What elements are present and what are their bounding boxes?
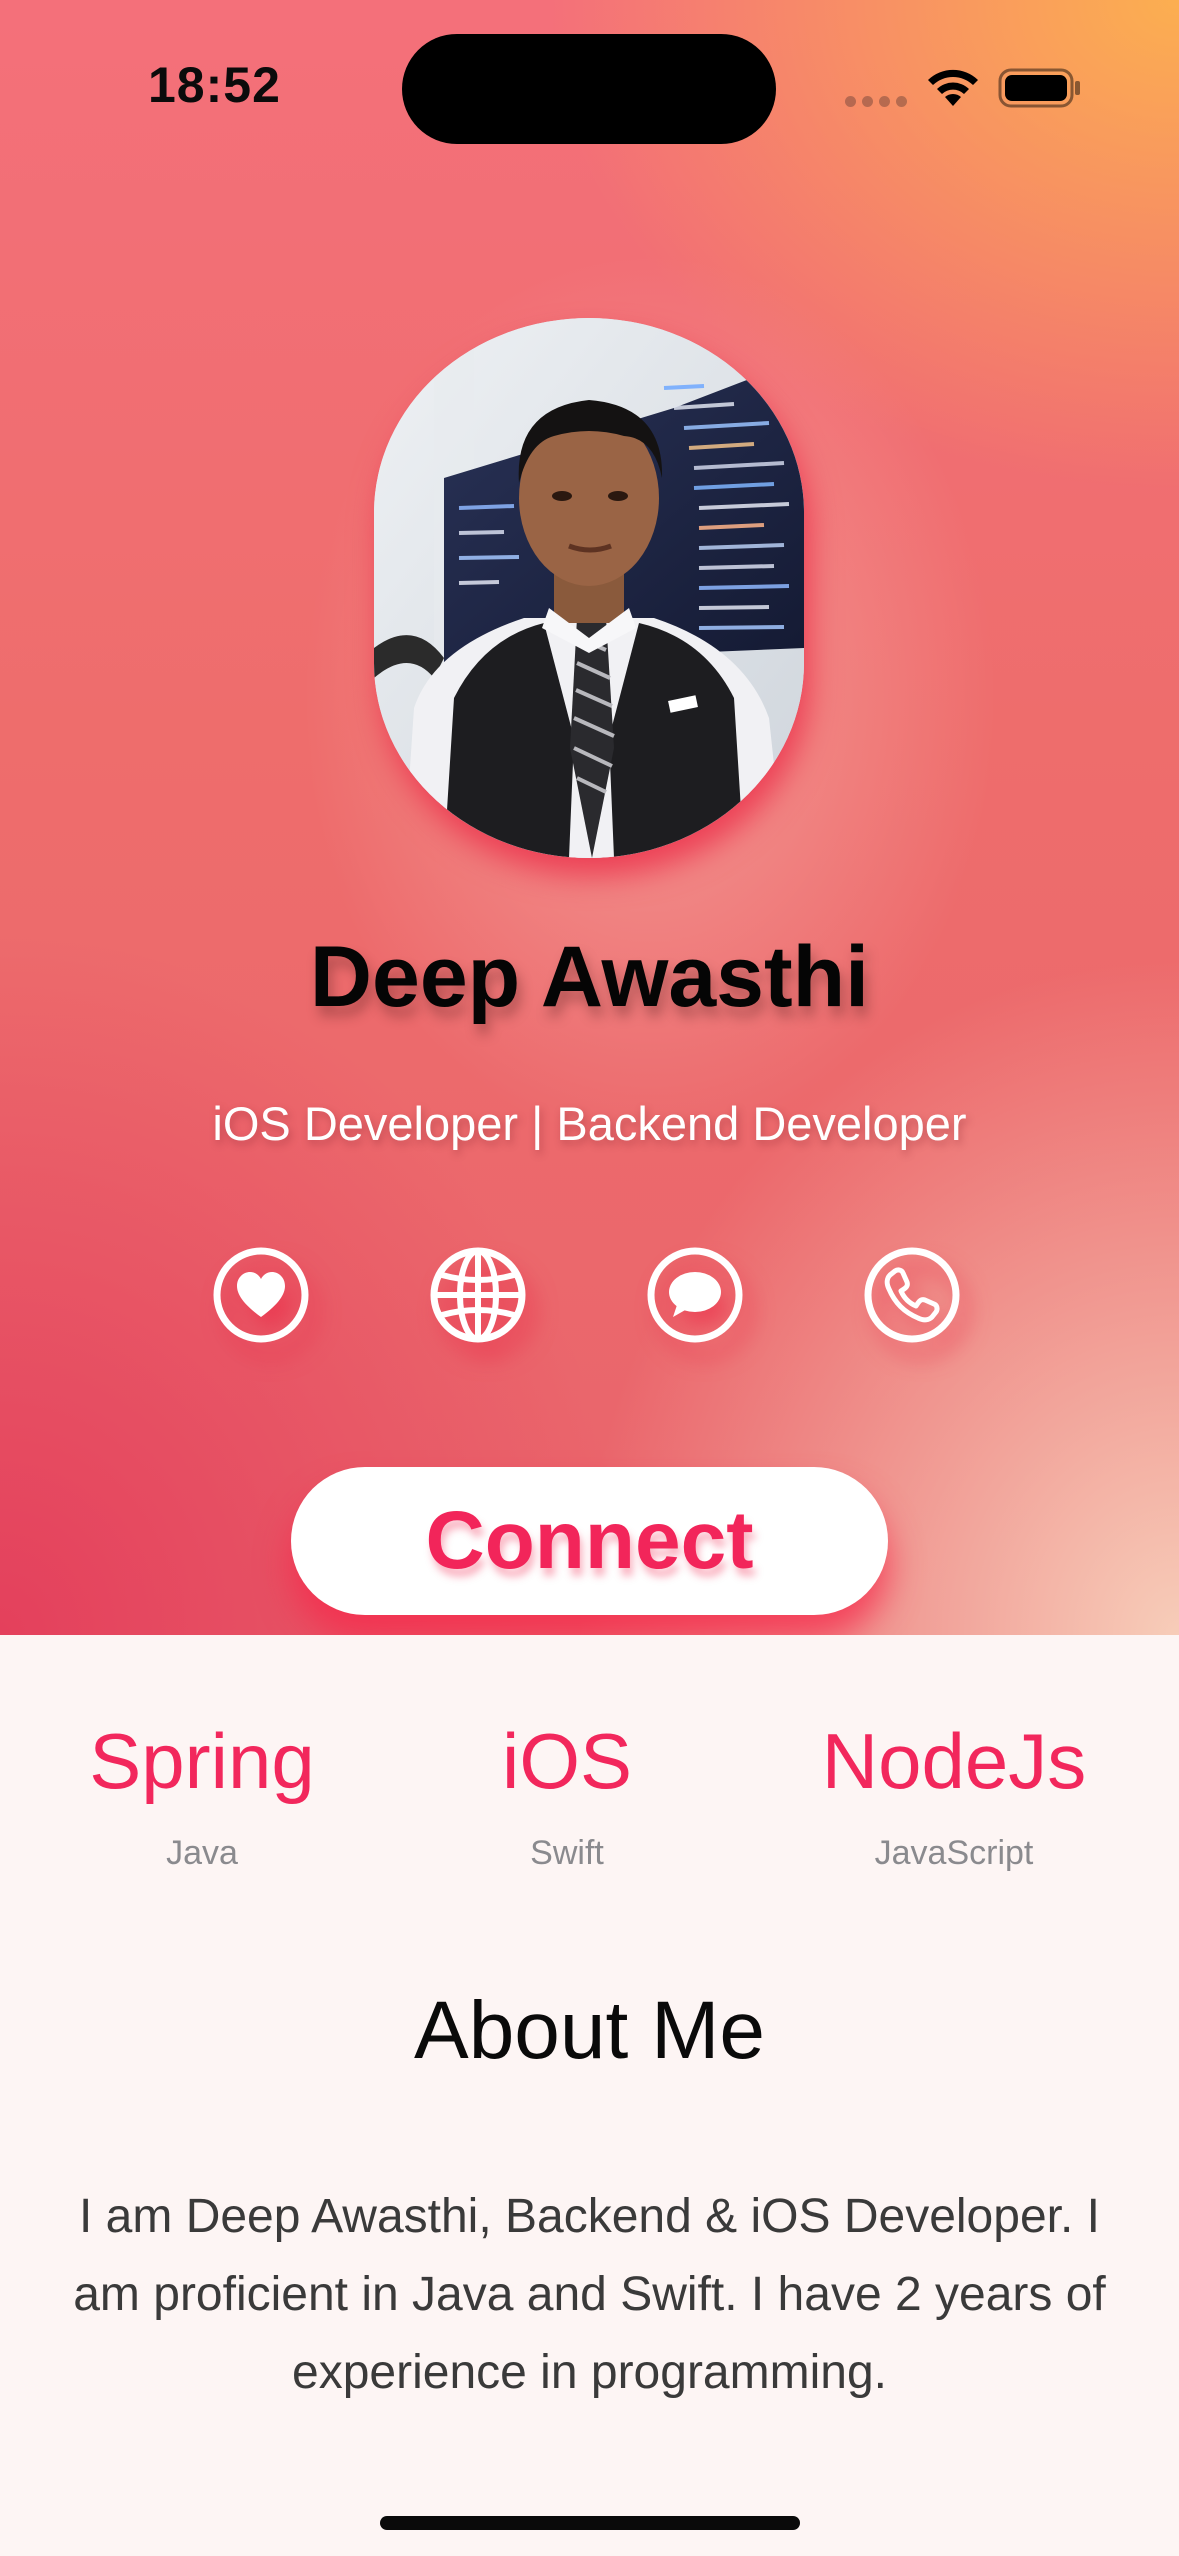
about-title: About Me xyxy=(414,1985,765,2076)
skill-language: Java xyxy=(166,1834,238,1872)
battery-icon xyxy=(998,68,1082,113)
about-body: I am Deep Awasthi, Backend & iOS Develop… xyxy=(73,2190,1106,2399)
connect-button[interactable]: Connect xyxy=(291,1467,888,1615)
social-actions xyxy=(213,1247,973,1347)
home-indicator[interactable] xyxy=(380,2516,800,2530)
profile-photo xyxy=(374,318,804,858)
status-bar-time: 18:52 xyxy=(148,57,281,113)
skill-name: Spring xyxy=(89,1717,315,1805)
skill-name: iOS xyxy=(501,1717,633,1805)
profile-subtitle: iOS Developer | Backend Developer xyxy=(212,1097,967,1150)
wifi-icon xyxy=(925,66,981,113)
phone-icon[interactable] xyxy=(864,1247,960,1343)
skill-name: NodeJs xyxy=(821,1717,1087,1805)
skill-nodejs: NodeJs JavaScript xyxy=(784,1722,1124,1873)
skill-language: JavaScript xyxy=(874,1834,1034,1872)
profile-name: Deep Awasthi xyxy=(309,929,870,1025)
profile-header: 18:52 Deep Awasthi iOS Developer | Backe… xyxy=(0,0,1179,1635)
skill-language: Swift xyxy=(530,1834,604,1872)
dynamic-island xyxy=(402,34,776,144)
chat-bubble-icon[interactable] xyxy=(647,1247,743,1343)
heart-icon[interactable] xyxy=(213,1247,309,1343)
skill-ios: iOS Swift xyxy=(397,1722,737,1873)
globe-icon[interactable] xyxy=(430,1247,526,1343)
skill-spring: Spring Java xyxy=(32,1722,372,1873)
cellular-signal-icon xyxy=(845,96,907,107)
